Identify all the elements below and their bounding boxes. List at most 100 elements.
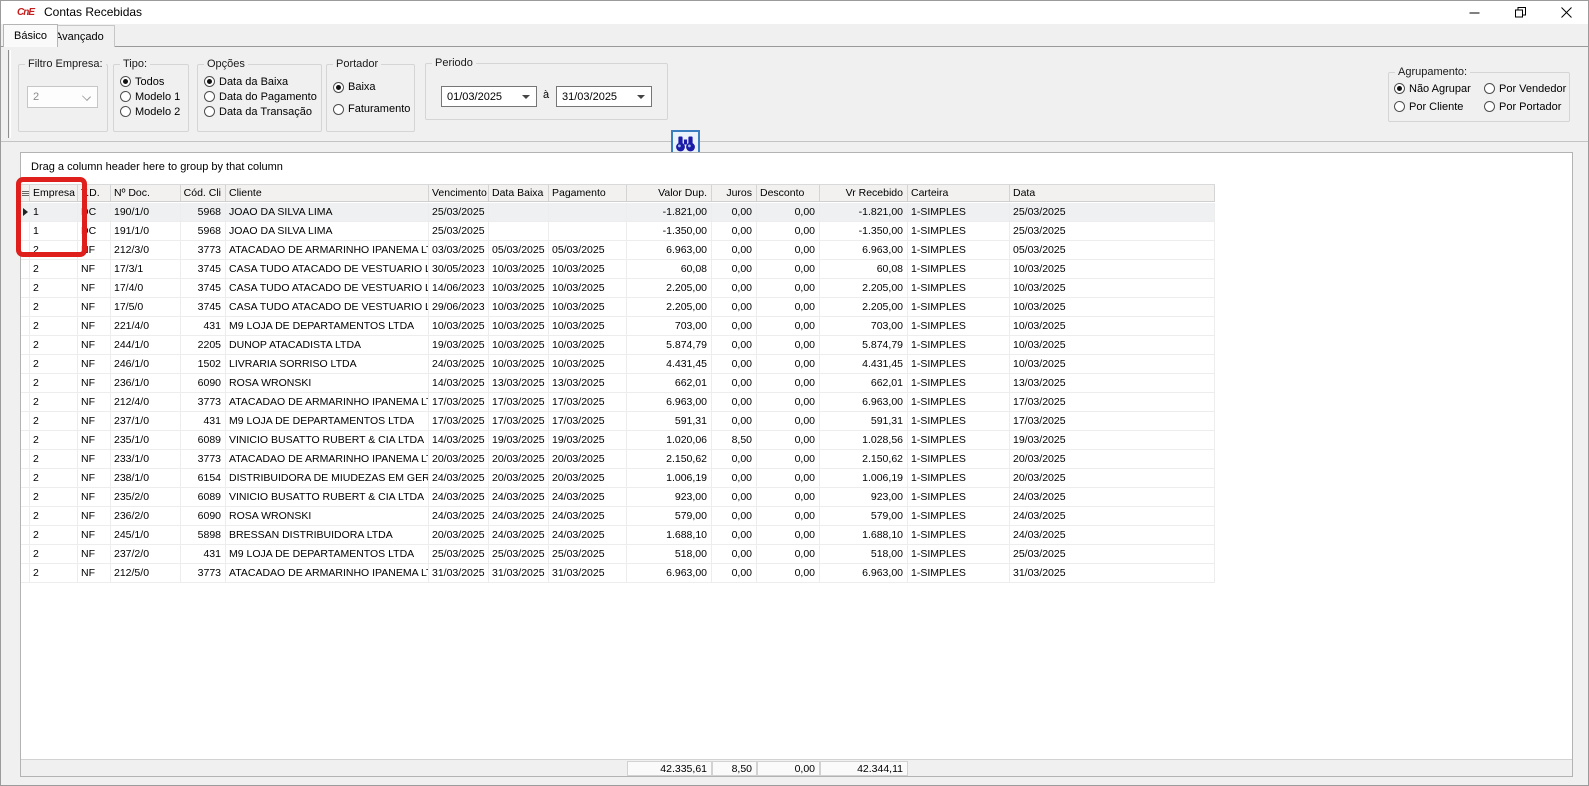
group-by-drop-area[interactable]: Drag a column header here to group by th… (21, 153, 1572, 184)
table-cell: 1-SIMPLES (908, 241, 1010, 259)
table-row[interactable]: 2NF244/1/02205DUNOP ATACADISTA LTDA19/03… (21, 336, 1215, 355)
table-cell: 5898 (181, 526, 226, 544)
table-cell: NF (78, 469, 111, 487)
table-cell: 17/03/2025 (429, 412, 489, 430)
table-cell: 24/03/2025 (549, 488, 627, 506)
table-row[interactable]: 2NF212/4/03773ATACADAO DE ARMARINHO IPAN… (21, 393, 1215, 412)
radio-portador-0[interactable]: Baixa (333, 76, 410, 98)
portador-label: Portador (333, 58, 381, 70)
table-row[interactable]: 2NF237/1/0431M9 LOJA DE DEPARTAMENTOS LT… (21, 412, 1215, 431)
group-portador: Portador BaixaFaturamento (326, 64, 415, 132)
tab-basico[interactable]: Básico (3, 24, 58, 47)
table-row[interactable]: 2NF236/2/06090ROSA WRONSKI24/03/202524/0… (21, 507, 1215, 526)
chevron-down-icon (82, 92, 91, 101)
table-row[interactable]: 2NF245/1/05898BRESSAN DISTRIBUIDORA LTDA… (21, 526, 1215, 545)
radio-agrupamento-3[interactable]: Por Portador (1484, 99, 1566, 114)
radio-label: Modelo 1 (135, 91, 180, 103)
table-cell: 0,00 (712, 393, 757, 411)
column-header-10[interactable]: Desconto (757, 185, 820, 201)
grid-header-row: EmpresaT.D.Nº Doc.Cód. CliClienteVencime… (21, 184, 1215, 202)
table-row[interactable]: 1DC190/1/05968JOAO DA SILVA LIMA25/03/20… (21, 203, 1215, 222)
table-cell: M9 LOJA DE DEPARTAMENTOS LTDA (226, 545, 429, 563)
minimize-icon (1469, 7, 1480, 18)
row-indicator-cell (21, 355, 30, 373)
column-header-11[interactable]: Vr Recebido (820, 185, 908, 201)
empresa-combobox[interactable]: 2 (27, 86, 98, 108)
selected-row-arrow-icon (23, 208, 28, 216)
group-opcoes: Opções Data da BaixaData do PagamentoDat… (197, 64, 322, 132)
column-header-0[interactable]: Empresa (30, 185, 78, 201)
column-header-12[interactable]: Carteira (908, 185, 1010, 201)
table-cell: 237/2/0 (111, 545, 181, 563)
table-cell: 6154 (181, 469, 226, 487)
table-cell: 0,00 (712, 355, 757, 373)
table-cell: 1-SIMPLES (908, 431, 1010, 449)
table-row[interactable]: 2NF235/2/06089VINICIO BUSATTO RUBERT & C… (21, 488, 1215, 507)
column-header-3[interactable]: Cód. Cli (181, 185, 226, 201)
radio-label: Não Agrupar (1409, 83, 1471, 95)
column-header-7[interactable]: Pagamento (549, 185, 627, 201)
table-cell: 2 (30, 450, 78, 468)
table-cell: 2 (30, 241, 78, 259)
column-header-13[interactable]: Data (1010, 185, 1215, 201)
table-cell: 3745 (181, 260, 226, 278)
table-row[interactable]: 2NF212/5/03773ATACADAO DE ARMARINHO IPAN… (21, 564, 1215, 583)
table-cell: 2 (30, 412, 78, 430)
table-cell: NF (78, 393, 111, 411)
table-row[interactable]: 2NF221/4/0431M9 LOJA DE DEPARTAMENTOS LT… (21, 317, 1215, 336)
table-row[interactable]: 2NF17/3/13745CASA TUDO ATACADO DE VESTUA… (21, 260, 1215, 279)
table-cell: 13/03/2025 (489, 374, 549, 392)
radio-portador-1[interactable]: Faturamento (333, 98, 410, 120)
table-cell: 2.205,00 (627, 298, 712, 316)
radio-agrupamento-2[interactable]: Por Cliente (1394, 99, 1484, 114)
table-cell: ATACADAO DE ARMARINHO IPANEMA LT (226, 241, 429, 259)
radio-tipo-0[interactable]: Todos (120, 74, 180, 89)
table-row[interactable]: 2NF236/1/06090ROSA WRONSKI14/03/202513/0… (21, 374, 1215, 393)
table-row[interactable]: 2NF17/5/03745CASA TUDO ATACADO DE VESTUA… (21, 298, 1215, 317)
table-row[interactable]: 2NF246/1/01502LIVRARIA SORRISO LTDA24/03… (21, 355, 1215, 374)
table-row[interactable]: 2NF237/2/0431M9 LOJA DE DEPARTAMENTOS LT… (21, 545, 1215, 564)
date-to-combobox[interactable]: 31/03/2025 (556, 86, 652, 107)
table-cell: 20/03/2025 (1010, 450, 1215, 468)
table-cell: 923,00 (820, 488, 908, 506)
table-cell: 1 (30, 222, 78, 240)
table-row[interactable]: 2NF238/1/06154DISTRIBUIDORA DE MIUDEZAS … (21, 469, 1215, 488)
radio-icon (1484, 83, 1495, 94)
column-header-5[interactable]: Vencimento (429, 185, 489, 201)
total-vr_recebido: 42.344,11 (820, 761, 908, 776)
radio-opcoes-1[interactable]: Data do Pagamento (204, 89, 317, 104)
table-cell: 2 (30, 355, 78, 373)
table-cell: 246/1/0 (111, 355, 181, 373)
table-row[interactable]: 2NF235/1/06089VINICIO BUSATTO RUBERT & C… (21, 431, 1215, 450)
row-indicator-cell (21, 298, 30, 316)
table-row[interactable]: 2NF233/1/03773ATACADAO DE ARMARINHO IPAN… (21, 450, 1215, 469)
radio-agrupamento-1[interactable]: Por Vendedor (1484, 81, 1566, 96)
date-from-combobox[interactable]: 01/03/2025 (441, 86, 537, 107)
column-header-9[interactable]: Juros (712, 185, 757, 201)
radio-tipo-2[interactable]: Modelo 2 (120, 104, 180, 119)
table-row[interactable]: 1DC191/1/05968JOAO DA SILVA LIMA25/03/20… (21, 222, 1215, 241)
radio-agrupamento-0[interactable]: Não Agrupar (1394, 81, 1484, 96)
radio-selected-icon (333, 82, 344, 93)
table-cell: M9 LOJA DE DEPARTAMENTOS LTDA (226, 317, 429, 335)
column-header-2[interactable]: Nº Doc. (111, 185, 181, 201)
column-header-8[interactable]: Valor Dup. (627, 185, 712, 201)
column-header-4[interactable]: Cliente (226, 185, 429, 201)
table-cell: 2 (30, 507, 78, 525)
close-button[interactable] (1543, 0, 1589, 24)
radio-tipo-1[interactable]: Modelo 1 (120, 89, 180, 104)
minimize-button[interactable] (1451, 0, 1497, 24)
table-cell: 17/5/0 (111, 298, 181, 316)
table-cell: 14/06/2023 (429, 279, 489, 297)
table-cell: 0,00 (712, 279, 757, 297)
table-row[interactable]: 2NF17/4/03745CASA TUDO ATACADO DE VESTUA… (21, 279, 1215, 298)
table-cell: 2 (30, 431, 78, 449)
table-row[interactable]: 2NF212/3/03773ATACADAO DE ARMARINHO IPAN… (21, 241, 1215, 260)
restore-button[interactable] (1497, 0, 1543, 24)
table-cell: 0,00 (757, 526, 820, 544)
column-header-1[interactable]: T.D. (78, 185, 111, 201)
title-bar: CnE Contas Recebidas (0, 0, 1589, 24)
column-header-6[interactable]: Data Baixa (489, 185, 549, 201)
radio-opcoes-2[interactable]: Data da Transação (204, 104, 317, 119)
radio-opcoes-0[interactable]: Data da Baixa (204, 74, 317, 89)
